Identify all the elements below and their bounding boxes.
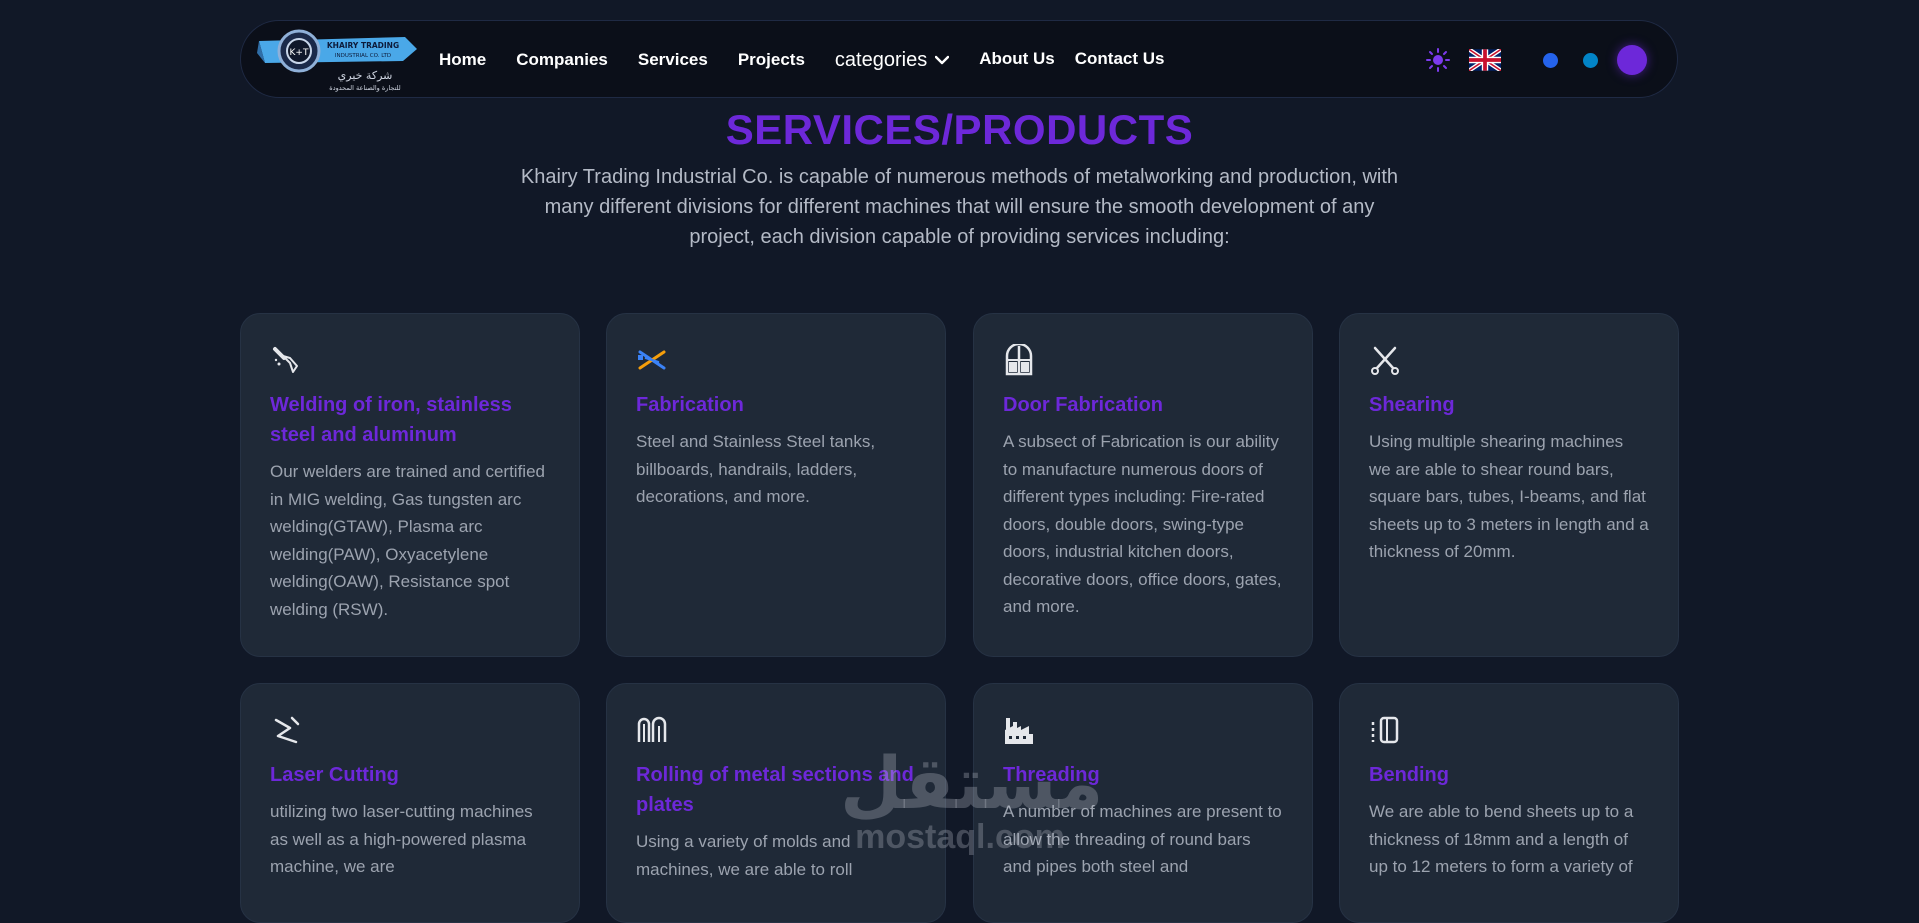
service-card-door-fabrication: Door Fabrication A subsect of Fabricatio… (973, 313, 1313, 657)
uk-flag-icon[interactable] (1469, 49, 1501, 71)
welding-torch-icon (273, 347, 298, 373)
svg-text:KHAIRY TRADING: KHAIRY TRADING (327, 41, 399, 50)
service-card-bending: Bending We are able to bend sheets up to… (1339, 683, 1679, 923)
nav-companies[interactable]: Companies (516, 50, 608, 70)
svg-text:K+T: K+T (290, 48, 309, 58)
card-title: Fabrication (636, 394, 744, 416)
service-card-shearing: Shearing Using multiple shearing machine… (1339, 313, 1679, 657)
theme-color-purple[interactable] (1617, 45, 1647, 75)
card-title: Laser Cutting (270, 764, 399, 786)
nav-services[interactable]: Services (638, 50, 708, 70)
svg-text:للتجارة والصناعة المحدودة: للتجارة والصناعة المحدودة (329, 84, 400, 92)
card-description: Using multiple shearing machines we are … (1369, 432, 1649, 561)
card-description: Our welders are trained and certified in… (270, 462, 545, 619)
top-navbar: K+T KHAIRY TRADING INDUSTRIAL CO. LTD شر… (240, 20, 1678, 98)
sun-icon[interactable] (1425, 47, 1451, 73)
service-card-fabrication: Fabrication Steel and Stainless Steel ta… (606, 313, 946, 657)
chevron-down-icon (935, 55, 950, 65)
theme-color-blue[interactable] (1543, 52, 1558, 68)
rolling-icon (637, 716, 667, 742)
bending-icon (1371, 716, 1399, 744)
nav-home[interactable]: Home (439, 50, 486, 70)
card-title: Welding of iron, stainless steel and alu… (270, 394, 512, 446)
svg-text:شركة خيري: شركة خيري (338, 69, 393, 82)
svg-text:INDUSTRIAL CO. LTD: INDUSTRIAL CO. LTD (335, 53, 391, 59)
card-title: Rolling of metal sections and plates (636, 764, 914, 816)
page-title: SERVICES/PRODUCTS (725, 106, 1194, 153)
nav-contact[interactable]: Contact Us (1075, 49, 1165, 69)
card-description: Using a variety of molds and machines, w… (636, 832, 853, 879)
factory-icon (1005, 718, 1033, 744)
theme-color-sky[interactable] (1583, 52, 1598, 68)
company-logo[interactable]: K+T KHAIRY TRADING INDUSTRIAL CO. LTD شر… (255, 27, 417, 93)
door-icon (1005, 344, 1033, 376)
card-description: We are able to bend sheets up to a thick… (1369, 802, 1634, 876)
service-card-rolling: Rolling of metal sections and plates Usi… (606, 683, 946, 923)
service-card-laser-cutting: Laser Cutting utilizing two laser-cuttin… (240, 683, 580, 923)
card-title: Threading (1003, 764, 1100, 786)
card-description: Steel and Stainless Steel tanks, billboa… (636, 432, 876, 506)
service-card-threading: Threading A number of machines are prese… (973, 683, 1313, 923)
nav-categories-dropdown[interactable]: categories (834, 48, 950, 72)
card-title: Bending (1369, 764, 1449, 786)
card-title: Shearing (1369, 394, 1455, 416)
nav-categories-label: categories (834, 48, 928, 71)
card-description: A number of machines are present to allo… (1003, 802, 1282, 876)
card-description: A subsect of Fabrication is our ability … (1003, 432, 1282, 616)
shears-icon (1371, 346, 1399, 375)
fabrication-tools-icon (638, 350, 666, 370)
card-title: Door Fabrication (1003, 394, 1164, 416)
card-description: utilizing two laser-cutting machines as … (270, 802, 533, 876)
nav-projects[interactable]: Projects (738, 50, 805, 70)
laser-cutter-icon (274, 716, 300, 744)
intro-paragraph: Khairy Trading Industrial Co. is capable… (520, 166, 1399, 248)
service-card-welding: Welding of iron, stainless steel and alu… (240, 313, 580, 657)
nav-about[interactable]: About Us (979, 49, 1055, 69)
